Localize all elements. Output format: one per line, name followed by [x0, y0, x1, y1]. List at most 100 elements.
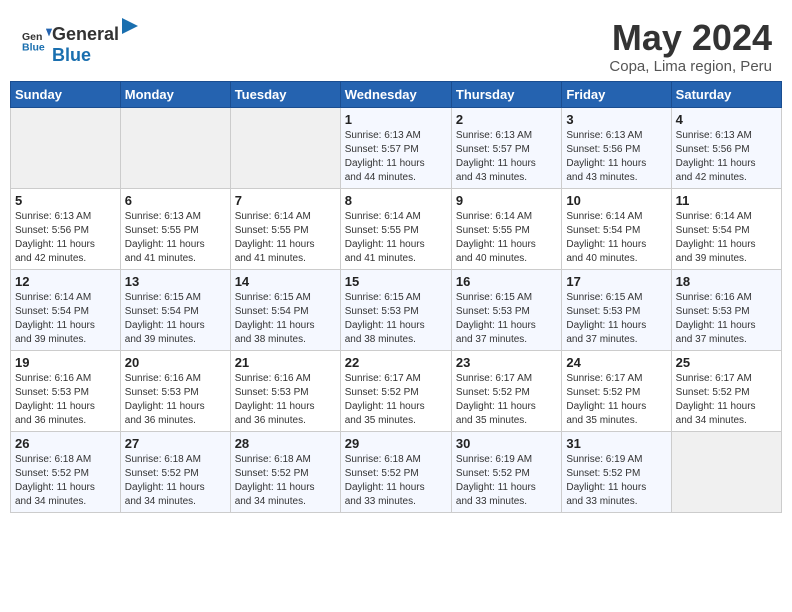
calendar-cell: 18 Sunrise: 6:16 AM Sunset: 5:53 PM Dayli… — [671, 269, 781, 350]
calendar-cell: 25 Sunrise: 6:17 AM Sunset: 5:52 PM Dayli… — [671, 350, 781, 431]
weekday-monday: Monday — [120, 81, 230, 107]
day-number: 31 — [566, 436, 666, 451]
calendar-cell: 2Sunrise: 6:13 AM Sunset: 5:57 PM Daylig… — [451, 107, 561, 188]
calendar-cell: 6 Sunrise: 6:13 AM Sunset: 5:55 PM Daylig… — [120, 188, 230, 269]
day-info: Sunrise: 6:17 AM Sunset: 5:52 PM Dayligh… — [345, 372, 447, 428]
day-info: Sunrise: 6:18 AM Sunset: 5:52 PM Dayligh… — [125, 453, 226, 509]
calendar-cell: 8Sunrise: 6:14 AM Sunset: 5:55 PM Daylig… — [340, 188, 451, 269]
calendar-cell: 9Sunrise: 6:14 AM Sunset: 5:55 PM Daylig… — [451, 188, 561, 269]
day-number: 30 — [456, 436, 557, 451]
calendar-cell: 28Sunrise: 6:18 AM Sunset: 5:52 PM Dayli… — [230, 431, 340, 512]
logo-blue: Blue — [52, 45, 91, 65]
day-info: Sunrise: 6:19 AM Sunset: 5:52 PM Dayligh… — [456, 453, 557, 509]
calendar-cell: 19 Sunrise: 6:16 AM Sunset: 5:53 PM Dayli… — [11, 350, 121, 431]
weekday-tuesday: Tuesday — [230, 81, 340, 107]
day-info: Sunrise: 6:17 AM Sunset: 5:52 PM Dayligh… — [456, 372, 557, 428]
calendar-cell — [671, 431, 781, 512]
calendar-cell: 30 Sunrise: 6:19 AM Sunset: 5:52 PM Dayli… — [451, 431, 561, 512]
weekday-thursday: Thursday — [451, 81, 561, 107]
day-info: Sunrise: 6:15 AM Sunset: 5:54 PM Dayligh… — [125, 291, 226, 347]
logo-text-block: General Blue — [52, 18, 139, 66]
logo-general: General — [52, 24, 119, 45]
calendar-week-4: 19 Sunrise: 6:16 AM Sunset: 5:53 PM Dayli… — [11, 350, 782, 431]
calendar-cell: 7Sunrise: 6:14 AM Sunset: 5:55 PM Daylig… — [230, 188, 340, 269]
day-number: 18 — [676, 274, 777, 289]
day-info: Sunrise: 6:16 AM Sunset: 5:53 PM Dayligh… — [235, 372, 336, 428]
day-info: Sunrise: 6:16 AM Sunset: 5:53 PM Dayligh… — [15, 372, 116, 428]
svg-text:Blue: Blue — [22, 41, 45, 53]
calendar-cell: 26 Sunrise: 6:18 AM Sunset: 5:52 PM Dayli… — [11, 431, 121, 512]
day-info: Sunrise: 6:15 AM Sunset: 5:53 PM Dayligh… — [566, 291, 666, 347]
day-number: 19 — [15, 355, 116, 370]
calendar-cell: 16Sunrise: 6:15 AM Sunset: 5:53 PM Dayli… — [451, 269, 561, 350]
day-info: Sunrise: 6:15 AM Sunset: 5:53 PM Dayligh… — [345, 291, 447, 347]
day-info: Sunrise: 6:16 AM Sunset: 5:53 PM Dayligh… — [125, 372, 226, 428]
weekday-friday: Friday — [562, 81, 671, 107]
calendar-cell: 1Sunrise: 6:13 AM Sunset: 5:57 PM Daylig… — [340, 107, 451, 188]
day-number: 15 — [345, 274, 447, 289]
day-number: 24 — [566, 355, 666, 370]
calendar-cell: 12Sunrise: 6:14 AM Sunset: 5:54 PM Dayli… — [11, 269, 121, 350]
calendar-cell: 21 Sunrise: 6:16 AM Sunset: 5:53 PM Dayli… — [230, 350, 340, 431]
day-number: 29 — [345, 436, 447, 451]
calendar-cell: 4 Sunrise: 6:13 AM Sunset: 5:56 PM Daylig… — [671, 107, 781, 188]
day-info: Sunrise: 6:13 AM Sunset: 5:55 PM Dayligh… — [125, 210, 226, 266]
day-number: 27 — [125, 436, 226, 451]
calendar-cell: 5 Sunrise: 6:13 AM Sunset: 5:56 PM Daylig… — [11, 188, 121, 269]
calendar-cell: 10Sunrise: 6:14 AM Sunset: 5:54 PM Dayli… — [562, 188, 671, 269]
calendar-cell: 3 Sunrise: 6:13 AM Sunset: 5:56 PM Daylig… — [562, 107, 671, 188]
day-number: 13 — [125, 274, 226, 289]
calendar-cell: 14 Sunrise: 6:15 AM Sunset: 5:54 PM Dayli… — [230, 269, 340, 350]
day-number: 17 — [566, 274, 666, 289]
day-number: 3 — [566, 112, 666, 127]
calendar-week-5: 26 Sunrise: 6:18 AM Sunset: 5:52 PM Dayli… — [11, 431, 782, 512]
day-info: Sunrise: 6:13 AM Sunset: 5:57 PM Dayligh… — [456, 129, 557, 185]
day-info: Sunrise: 6:17 AM Sunset: 5:52 PM Dayligh… — [676, 372, 777, 428]
day-number: 23 — [456, 355, 557, 370]
calendar-cell: 22 Sunrise: 6:17 AM Sunset: 5:52 PM Dayli… — [340, 350, 451, 431]
weekday-saturday: Saturday — [671, 81, 781, 107]
day-info: Sunrise: 6:14 AM Sunset: 5:55 PM Dayligh… — [456, 210, 557, 266]
calendar-cell: 29 Sunrise: 6:18 AM Sunset: 5:52 PM Dayli… — [340, 431, 451, 512]
day-info: Sunrise: 6:18 AM Sunset: 5:52 PM Dayligh… — [235, 453, 336, 509]
weekday-sunday: Sunday — [11, 81, 121, 107]
weekday-header-row: SundayMondayTuesdayWednesdayThursdayFrid… — [11, 81, 782, 107]
calendar-cell: 23 Sunrise: 6:17 AM Sunset: 5:52 PM Dayli… — [451, 350, 561, 431]
day-number: 10 — [566, 193, 666, 208]
day-number: 22 — [345, 355, 447, 370]
calendar-week-2: 5 Sunrise: 6:13 AM Sunset: 5:56 PM Daylig… — [11, 188, 782, 269]
day-number: 5 — [15, 193, 116, 208]
calendar-table: SundayMondayTuesdayWednesdayThursdayFrid… — [10, 81, 782, 513]
day-number: 6 — [125, 193, 226, 208]
day-info: Sunrise: 6:16 AM Sunset: 5:53 PM Dayligh… — [676, 291, 777, 347]
day-number: 25 — [676, 355, 777, 370]
month-title: May 2024 — [609, 18, 772, 58]
day-number: 7 — [235, 193, 336, 208]
day-number: 26 — [15, 436, 116, 451]
day-number: 4 — [676, 112, 777, 127]
calendar-cell — [120, 107, 230, 188]
calendar-cell: 11Sunrise: 6:14 AM Sunset: 5:54 PM Dayli… — [671, 188, 781, 269]
day-number: 14 — [235, 274, 336, 289]
day-number: 20 — [125, 355, 226, 370]
day-number: 21 — [235, 355, 336, 370]
day-info: Sunrise: 6:14 AM Sunset: 5:54 PM Dayligh… — [676, 210, 777, 266]
calendar-cell — [230, 107, 340, 188]
day-info: Sunrise: 6:18 AM Sunset: 5:52 PM Dayligh… — [345, 453, 447, 509]
calendar-cell — [11, 107, 121, 188]
calendar-cell: 27 Sunrise: 6:18 AM Sunset: 5:52 PM Dayli… — [120, 431, 230, 512]
logo: Gen Blue General Blue — [20, 18, 139, 66]
day-info: Sunrise: 6:13 AM Sunset: 5:56 PM Dayligh… — [566, 129, 666, 185]
day-number: 1 — [345, 112, 447, 127]
day-info: Sunrise: 6:17 AM Sunset: 5:52 PM Dayligh… — [566, 372, 666, 428]
title-block: May 2024 Copa, Lima region, Peru — [609, 18, 772, 75]
day-info: Sunrise: 6:15 AM Sunset: 5:54 PM Dayligh… — [235, 291, 336, 347]
day-info: Sunrise: 6:14 AM Sunset: 5:54 PM Dayligh… — [15, 291, 116, 347]
day-info: Sunrise: 6:19 AM Sunset: 5:52 PM Dayligh… — [566, 453, 666, 509]
day-info: Sunrise: 6:13 AM Sunset: 5:56 PM Dayligh… — [15, 210, 116, 266]
day-info: Sunrise: 6:15 AM Sunset: 5:53 PM Dayligh… — [456, 291, 557, 347]
day-info: Sunrise: 6:18 AM Sunset: 5:52 PM Dayligh… — [15, 453, 116, 509]
calendar-week-1: 1 Sunrise: 6:13 AM Sunset: 5:57 PM Daylig… — [11, 107, 782, 188]
page-header: Gen Blue General Blue May 2024 Copa, Lim… — [10, 10, 782, 81]
day-info: Sunrise: 6:13 AM Sunset: 5:56 PM Dayligh… — [676, 129, 777, 185]
